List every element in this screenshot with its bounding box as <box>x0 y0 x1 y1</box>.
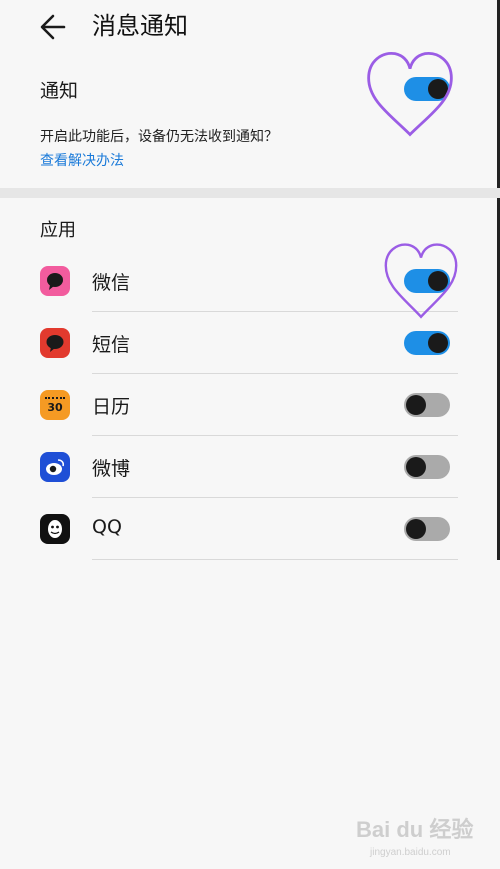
hint-text: 开启此功能后，设备仍无法收到通知？ <box>40 129 278 145</box>
calendar-day: 30 <box>47 400 63 414</box>
toggle-knob <box>428 79 448 99</box>
app-name: QQ <box>92 516 122 538</box>
notify-row: 通知 <box>0 66 500 112</box>
app-list: 微信 短信 30 日历 微博 QQ <box>0 250 500 560</box>
toggle-knob <box>406 519 426 539</box>
row-divider <box>92 559 458 560</box>
section-divider <box>0 188 500 198</box>
watermark-text: Bai du 经验 <box>356 817 473 842</box>
app-row-qq[interactable]: QQ <box>0 498 500 560</box>
app-name: 短信 <box>92 334 131 356</box>
calendar-rings <box>45 396 65 401</box>
baidu-jingyan-watermark: Bai du 经验 jingyan.baidu.com <box>350 801 490 861</box>
qq-icon <box>40 514 70 544</box>
paw-icon: Bai du 经验 jingyan.baidu.com <box>356 817 473 858</box>
app-row-weibo[interactable]: 微博 <box>0 436 500 498</box>
app-toggle-calendar[interactable] <box>404 393 450 417</box>
apps-section-label: 应用 <box>40 220 76 241</box>
weibo-icon <box>40 452 70 482</box>
sms-icon <box>40 328 70 358</box>
toggle-knob <box>406 395 426 415</box>
help-link[interactable]: 查看解决办法 <box>40 150 124 170</box>
header: 消息通知 <box>0 0 500 56</box>
notify-toggle[interactable] <box>404 77 450 101</box>
app-row-wechat[interactable]: 微信 <box>0 250 500 312</box>
back-button[interactable] <box>36 10 76 44</box>
arrow-left-icon <box>40 14 66 40</box>
toggle-knob <box>406 457 426 477</box>
app-toggle-sms[interactable] <box>404 331 450 355</box>
calendar-icon: 30 <box>40 390 70 420</box>
app-name: 微博 <box>92 458 131 480</box>
toggle-knob <box>428 333 448 353</box>
app-name: 日历 <box>92 396 131 418</box>
app-row-calendar[interactable]: 30 日历 <box>0 374 500 436</box>
page-title: 消息通知 <box>92 12 188 40</box>
notification-settings-page: 消息通知 通知 开启此功能后，设备仍无法收到通知？ 查看解决办法 应用 微信 短… <box>0 0 500 869</box>
app-row-sms[interactable]: 短信 <box>0 312 500 374</box>
app-toggle-wechat[interactable] <box>404 269 450 293</box>
watermark-subtext: jingyan.baidu.com <box>369 847 451 858</box>
app-toggle-qq[interactable] <box>404 517 450 541</box>
notify-label: 通知 <box>40 80 79 102</box>
toggle-knob <box>428 271 448 291</box>
app-name: 微信 <box>92 272 131 294</box>
wechat-icon <box>40 266 70 296</box>
app-toggle-weibo[interactable] <box>404 455 450 479</box>
